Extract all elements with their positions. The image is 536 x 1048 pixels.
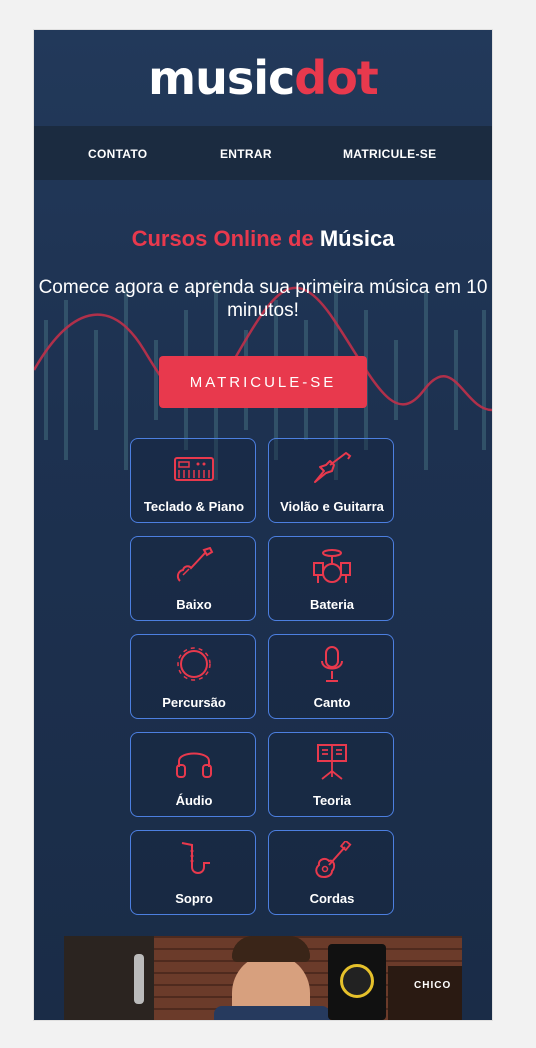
studio-monitor-speaker: [328, 944, 386, 1020]
course-label: Canto: [313, 695, 351, 710]
presenter-shirt: [214, 1006, 330, 1020]
course-label: Violão e Guitarra: [280, 499, 384, 514]
course-label: Baixo: [176, 597, 212, 612]
presenter-hair-top: [232, 936, 310, 962]
nav-matricule-se[interactable]: MATRICULE-SE: [343, 147, 436, 161]
studio-mic: [134, 954, 144, 1004]
nav-contato[interactable]: CONTATO: [88, 147, 147, 161]
course-label: Percursão: [162, 695, 226, 710]
hero-section: Cursos Online de Música Comece agora e a…: [34, 180, 492, 936]
logo-text-music: music: [148, 51, 295, 105]
course-card-canto[interactable]: Canto: [268, 634, 394, 719]
course-label: Sopro: [175, 891, 213, 906]
saxophone-icon: [174, 842, 214, 877]
course-card-teclado-piano[interactable]: Teclado & Piano: [130, 438, 256, 523]
course-card-audio[interactable]: Áudio: [130, 732, 256, 817]
course-label: Teoria: [312, 793, 352, 808]
chico-sign: CHICO: [414, 980, 452, 991]
intro-video-thumbnail[interactable]: CHICO: [64, 936, 462, 1020]
acoustic-guitar-icon: [312, 841, 352, 879]
site-header: musicdot: [34, 30, 492, 126]
hero-title: Cursos Online de Música: [34, 226, 492, 252]
course-card-bateria[interactable]: Bateria: [268, 536, 394, 621]
course-card-teoria[interactable]: Teoria: [268, 732, 394, 817]
course-label: Teclado & Piano: [143, 499, 245, 514]
drum-kit-icon: [312, 549, 352, 583]
course-card-baixo[interactable]: Baixo: [130, 536, 256, 621]
course-card-violao-guitarra[interactable]: Violão e Guitarra: [268, 438, 394, 523]
hero-title-red: Cursos Online de: [131, 226, 314, 251]
keyboard-icon: [174, 451, 214, 485]
phone-viewport: musicdot CONTATO ENTRAR MATRICULE-SE Cur…: [34, 30, 492, 1020]
music-stand-icon: [312, 744, 352, 780]
microphone-icon: [312, 646, 352, 682]
logo-text-dot: dot: [294, 51, 379, 105]
hero-title-white: Música: [319, 226, 395, 251]
course-label: Áudio: [175, 793, 213, 808]
course-label: Cordas: [309, 891, 355, 906]
hero-subtitle: Comece agora e aprenda sua primeira músi…: [38, 277, 488, 321]
course-card-percursao[interactable]: Percursão: [130, 634, 256, 719]
top-nav: CONTATO ENTRAR MATRICULE-SE: [34, 126, 492, 180]
musicdot-logo[interactable]: musicdot: [148, 55, 379, 101]
matricule-se-button[interactable]: MATRICULE-SE: [159, 356, 367, 408]
headphones-icon: [174, 745, 214, 779]
bass-guitar-icon: [174, 547, 214, 583]
course-label: Bateria: [309, 597, 355, 612]
nav-entrar[interactable]: ENTRAR: [220, 147, 272, 161]
tambourine-icon: [174, 647, 214, 681]
speaker-cone: [340, 964, 374, 998]
guitar-shelf: [388, 966, 462, 1020]
electric-guitar-icon: [312, 451, 352, 485]
course-card-sopro[interactable]: Sopro: [130, 830, 256, 915]
course-card-cordas[interactable]: Cordas: [268, 830, 394, 915]
